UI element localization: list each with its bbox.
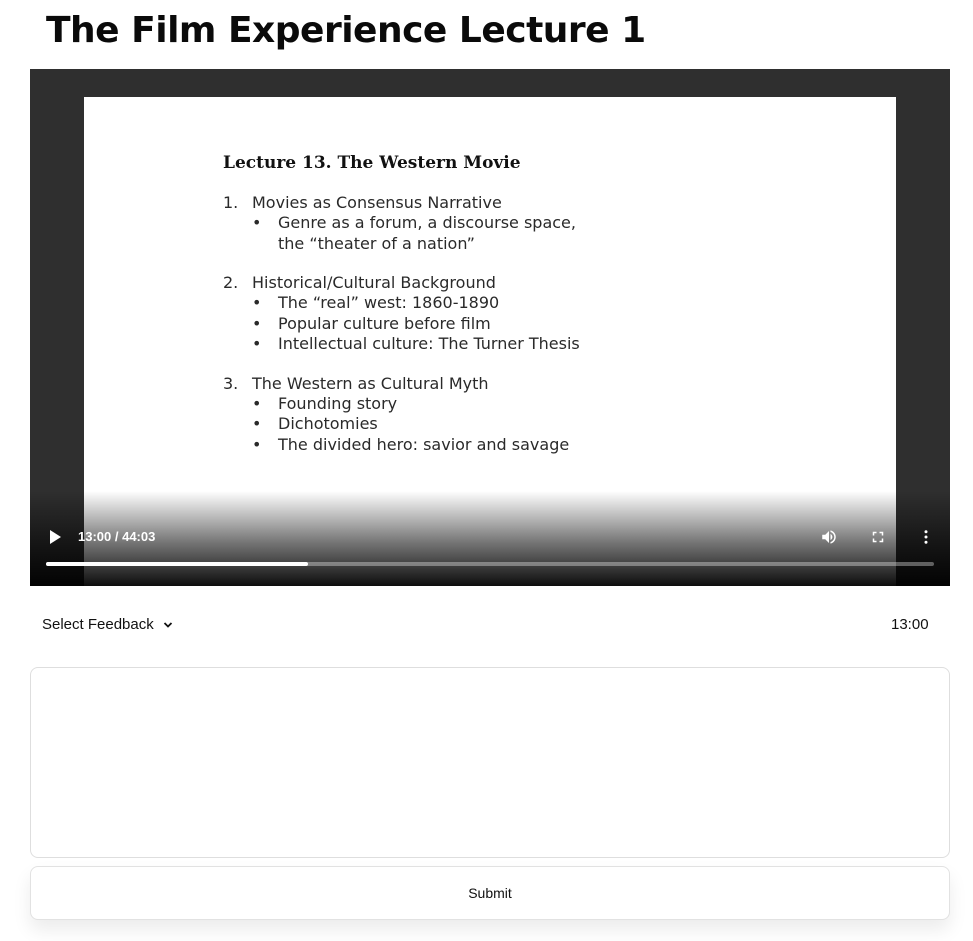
section-title-text: The Western as Cultural Myth <box>252 373 489 393</box>
slide-section: 2. Historical/Cultural Background The “re… <box>223 273 580 355</box>
section-title: 3. The Western as Cultural Myth <box>223 374 580 394</box>
bullet-item: Popular culture before film <box>252 314 580 335</box>
slide-content: Lecture 13. The Western Movie 1. Movies a… <box>223 153 580 474</box>
section-title: 1. Movies as Consensus Narrative <box>223 193 580 213</box>
more-vert-icon[interactable] <box>917 528 935 546</box>
section-title: 2. Historical/Cultural Background <box>223 273 580 293</box>
bullet-list: The “real” west: 1860-1890 Popular cultu… <box>223 293 580 355</box>
feedback-select-label: Select Feedback <box>42 616 154 633</box>
play-icon[interactable] <box>48 529 62 545</box>
bullet-item-continuation: the “theater of a nation” <box>278 233 475 253</box>
feedback-select[interactable]: Select Feedback <box>42 616 173 633</box>
fullscreen-icon[interactable] <box>869 528 887 546</box>
bullet-item: The “real” west: 1860-1890 <box>252 293 580 314</box>
section-number: 1. <box>223 193 239 212</box>
slide-heading: Lecture 13. The Western Movie <box>223 153 521 173</box>
controls-overlay <box>30 491 950 586</box>
bullet-item: Intellectual culture: The Turner Thesis <box>252 334 580 355</box>
section-title-text: Movies as Consensus Narrative <box>252 193 502 212</box>
video-player[interactable]: Lecture 13. The Western Movie 1. Movies a… <box>30 69 950 586</box>
bullet-list: Founding story Dichotomies The divided h… <box>223 394 580 456</box>
bullet-list: Genre as a forum, a discourse space, the… <box>223 213 580 254</box>
slide-section: 3. The Western as Cultural Myth Founding … <box>223 374 580 456</box>
bullet-item: The divided hero: savior and savage <box>252 435 580 456</box>
section-number: 3. <box>223 373 239 393</box>
video-progress-fill <box>46 562 308 566</box>
section-number: 2. <box>223 273 239 292</box>
page-title: The Film Experience Lecture 1 <box>46 10 646 51</box>
video-progress-bar[interactable] <box>46 562 934 566</box>
section-title-text: Historical/Cultural Background <box>252 273 496 292</box>
submit-button[interactable]: Submit <box>30 866 950 920</box>
video-time-display: 13:00 / 44:03 <box>78 529 156 544</box>
volume-icon[interactable] <box>820 528 838 546</box>
slide-section: 1. Movies as Consensus Narrative Genre as… <box>223 193 580 254</box>
bullet-item: Dichotomies <box>252 414 580 435</box>
bullet-item: Founding story <box>252 394 580 415</box>
feedback-textarea[interactable] <box>30 667 950 858</box>
bullet-item: Genre as a forum, a discourse space, <box>252 213 580 234</box>
feedback-timestamp: 13:00 <box>891 616 929 633</box>
chevron-down-icon <box>163 621 172 628</box>
